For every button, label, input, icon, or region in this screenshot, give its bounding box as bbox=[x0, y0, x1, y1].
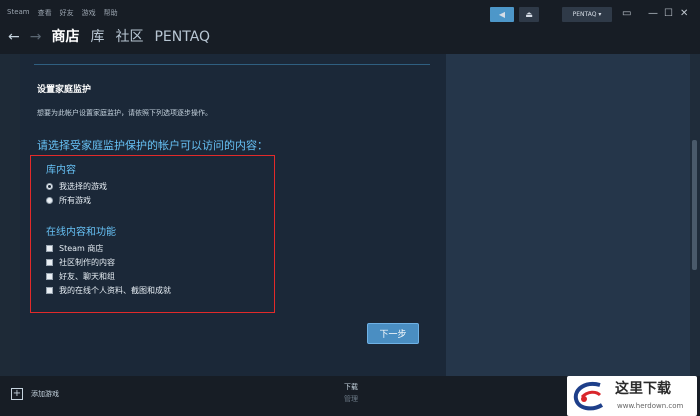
checkbox-community-content[interactable]: 社区制作的内容 bbox=[46, 257, 115, 268]
radio-selected-games[interactable]: 我选择的游戏 bbox=[46, 181, 107, 192]
left-gutter bbox=[0, 54, 20, 376]
minimize-icon[interactable]: — bbox=[648, 8, 658, 19]
megaphone-icon: ◀ bbox=[498, 10, 506, 19]
checkbox-label: 好友、聊天和组 bbox=[59, 272, 115, 281]
back-arrow-icon[interactable]: ← bbox=[8, 29, 20, 45]
watermark-title: 这里下载 bbox=[615, 381, 671, 397]
menu-help[interactable]: 帮助 bbox=[104, 8, 118, 18]
watermark: 这里下载 www.herdown.com bbox=[567, 376, 697, 416]
checkbox-label: Steam 商店 bbox=[59, 244, 104, 253]
main-nav: ← → 商店 库 社区 PENTAQ bbox=[8, 28, 221, 46]
online-section-title: 在线内容和功能 bbox=[46, 227, 116, 238]
radio-button-icon[interactable] bbox=[46, 197, 53, 204]
menu-bar: Steam 查看 好友 游戏 帮助 bbox=[7, 8, 118, 18]
library-section-title: 库内容 bbox=[46, 165, 76, 176]
watermark-url: www.herdown.com bbox=[617, 402, 684, 410]
add-game-label: 添加游戏 bbox=[31, 390, 59, 398]
checkbox-icon[interactable] bbox=[46, 259, 53, 266]
menu-friends[interactable]: 好友 bbox=[60, 8, 74, 18]
right-panel bbox=[446, 54, 690, 376]
nav-profile[interactable]: PENTAQ bbox=[154, 28, 210, 46]
next-button[interactable]: 下一步 bbox=[367, 323, 419, 344]
checkbox-friends-chat[interactable]: 好友、聊天和组 bbox=[46, 271, 115, 282]
nav-library[interactable]: 库 bbox=[90, 28, 104, 46]
divider bbox=[34, 64, 430, 65]
plus-icon: + bbox=[11, 388, 23, 400]
scrollbar-thumb[interactable] bbox=[692, 140, 697, 270]
add-game-button[interactable]: + 添加游戏 bbox=[11, 388, 59, 400]
notifications-button[interactable]: ⏏ bbox=[519, 7, 539, 22]
inbox-icon: ⏏ bbox=[525, 10, 533, 19]
maximize-icon[interactable]: ☐ bbox=[664, 8, 673, 19]
big-picture-icon[interactable]: ▭ bbox=[622, 8, 631, 19]
menu-games[interactable]: 游戏 bbox=[82, 8, 96, 18]
checkbox-profile[interactable]: 我的在线个人资料、截图和成就 bbox=[46, 285, 171, 296]
radio-label: 所有游戏 bbox=[59, 196, 91, 205]
nav-store[interactable]: 商店 bbox=[51, 28, 79, 46]
checkbox-label: 社区制作的内容 bbox=[59, 258, 115, 267]
checkbox-label: 我的在线个人资料、截图和成就 bbox=[59, 286, 171, 295]
menu-view[interactable]: 查看 bbox=[38, 8, 52, 18]
menu-steam[interactable]: Steam bbox=[7, 8, 30, 18]
access-question: 请选择受家庭监护保护的帐户可以访问的内容： bbox=[37, 139, 268, 152]
checkbox-store[interactable]: Steam 商店 bbox=[46, 243, 103, 254]
radio-label: 我选择的游戏 bbox=[59, 182, 107, 191]
announcement-button[interactable]: ◀ bbox=[490, 7, 514, 22]
account-menu[interactable]: PENTAQ ▾ bbox=[562, 7, 612, 22]
checkbox-icon[interactable] bbox=[46, 273, 53, 280]
forward-arrow-icon[interactable]: → bbox=[30, 29, 42, 45]
radio-all-games[interactable]: 所有游戏 bbox=[46, 195, 91, 206]
close-icon[interactable]: ✕ bbox=[680, 8, 688, 19]
nav-community[interactable]: 社区 bbox=[115, 28, 143, 46]
radio-button-icon[interactable] bbox=[46, 183, 53, 190]
manage-label: 管理 bbox=[344, 395, 358, 403]
downloads-label: 下载 bbox=[344, 383, 358, 391]
watermark-logo-icon bbox=[573, 382, 604, 411]
downloads-button[interactable]: 下载 管理 bbox=[340, 382, 362, 404]
checkbox-icon[interactable] bbox=[46, 245, 53, 252]
page-description: 想要为此帐户设置家庭监护，请依照下列选项逐步操作。 bbox=[37, 109, 212, 117]
checkbox-icon[interactable] bbox=[46, 287, 53, 294]
account-name: PENTAQ ▾ bbox=[572, 11, 602, 18]
page-title: 设置家庭监护 bbox=[37, 85, 92, 95]
